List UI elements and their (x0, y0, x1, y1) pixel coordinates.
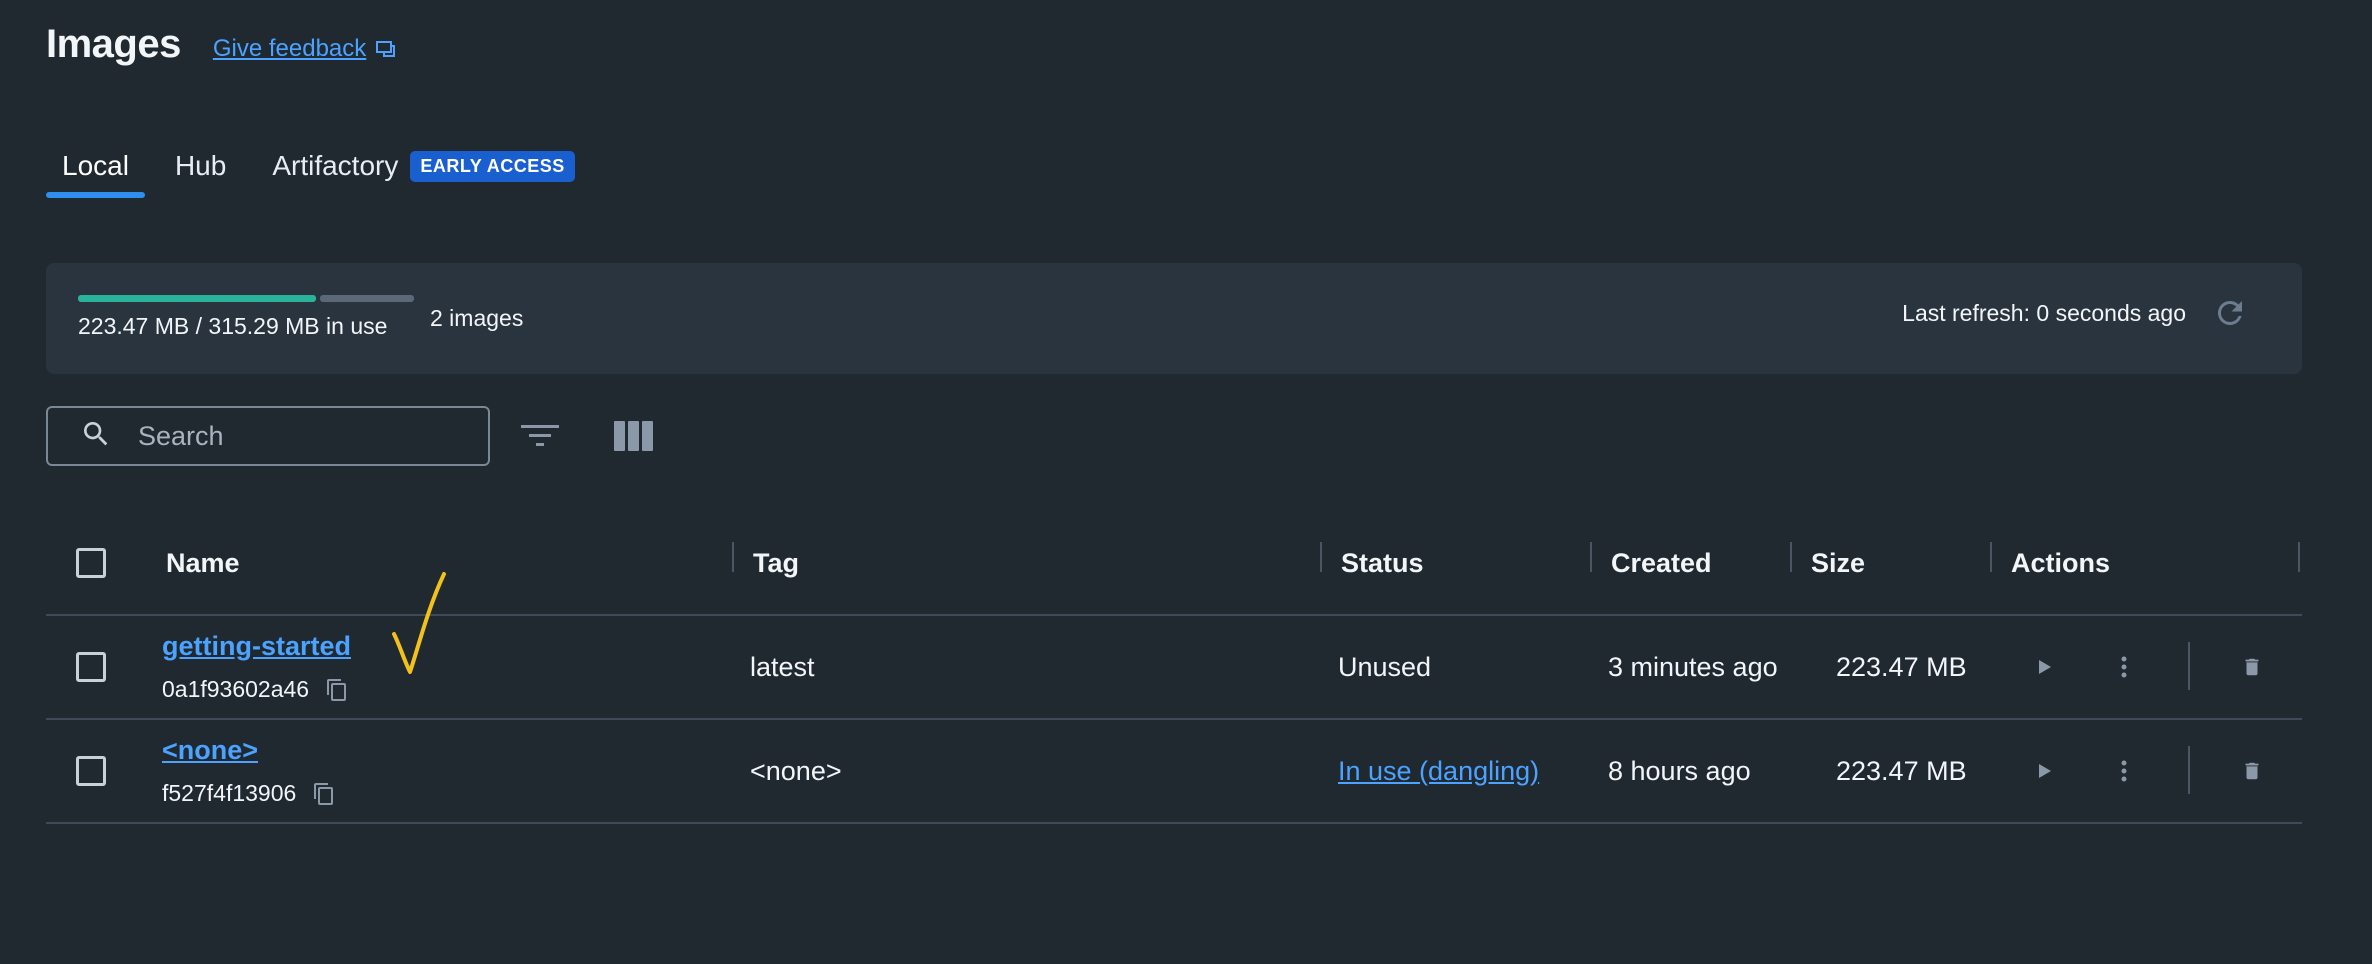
refresh-area: Last refresh: 0 seconds ago (1902, 293, 2250, 333)
copy-icon[interactable] (325, 677, 349, 703)
copy-icon[interactable] (312, 781, 336, 807)
disk-usage-text: 223.47 MB / 315.29 MB in use (78, 313, 388, 339)
images-table: Name Tag Status Created Size Actions get… (46, 512, 2302, 824)
give-feedback-link[interactable]: Give feedback (213, 35, 398, 63)
select-all-checkbox[interactable] (76, 548, 106, 578)
give-feedback-label: Give feedback (212, 34, 367, 62)
tab-local[interactable]: Local (46, 150, 145, 198)
column-separator[interactable] (1320, 542, 1322, 572)
column-separator[interactable] (1990, 542, 1992, 572)
image-id-line: f527f4f13906 (162, 780, 336, 807)
row-select-cell (76, 720, 106, 822)
row-checkbox[interactable] (76, 652, 106, 682)
column-separator[interactable] (1590, 542, 1592, 572)
column-header-status[interactable]: Status (1341, 512, 1424, 614)
row-select-cell (76, 616, 106, 718)
trash-icon (2232, 647, 2272, 687)
more-vertical-icon (2104, 751, 2144, 791)
action-divider (2188, 746, 2190, 794)
refresh-icon[interactable] (2210, 293, 2250, 333)
column-header-tag[interactable]: Tag (753, 512, 799, 614)
column-separator[interactable] (1790, 542, 1792, 572)
search-input[interactable] (136, 419, 460, 453)
image-size: 223.47 MB (1836, 651, 1967, 682)
run-button[interactable] (2024, 720, 2064, 822)
tab-hub-label: Hub (174, 150, 227, 181)
table-row[interactable]: <none> f527f4f13906 <none> In use (dangl… (46, 720, 2302, 824)
column-header-name[interactable]: Name (166, 512, 240, 614)
page-title: Images (46, 22, 181, 66)
table-toolbar (46, 406, 656, 466)
column-separator[interactable] (732, 542, 734, 572)
image-status: In use (dangling) (1338, 720, 1539, 822)
delete-button[interactable] (2232, 720, 2272, 822)
image-status: Unused (1338, 616, 1431, 718)
tab-bar: Local Hub Artifactory EARLY ACCESS (46, 148, 591, 198)
image-name-link[interactable]: getting-started (162, 631, 351, 662)
last-refresh-text: Last refresh: 0 seconds ago (1902, 299, 2186, 326)
image-name-cell: getting-started 0a1f93602a46 (162, 616, 351, 718)
run-button[interactable] (2024, 616, 2064, 718)
image-name-link[interactable]: <none> (162, 735, 258, 766)
action-divider (2188, 642, 2190, 690)
search-icon (80, 418, 112, 455)
more-actions-button[interactable] (2104, 720, 2144, 822)
image-status-text: Unused (1338, 651, 1432, 682)
image-created: 8 hours ago (1608, 755, 1751, 786)
disk-usage-panel: 223.47 MB / 315.29 MB in use 2 images La… (46, 263, 2302, 374)
tab-artifactory-label: Artifactory (272, 150, 399, 181)
more-vertical-icon (2104, 647, 2144, 687)
delete-button[interactable] (2232, 616, 2272, 718)
select-all-cell (76, 512, 106, 614)
image-id: 0a1f93602a46 (162, 676, 310, 702)
column-header-actions: Actions (2011, 547, 2111, 578)
play-icon (2024, 751, 2064, 791)
disk-usage-fill (78, 295, 317, 302)
image-count: 2 images (430, 305, 524, 331)
columns-icon[interactable] (612, 414, 656, 458)
tab-artifactory[interactable]: Artifactory EARLY ACCESS (256, 150, 590, 198)
image-created: 3 minutes ago (1608, 651, 1778, 682)
row-checkbox[interactable] (76, 756, 106, 786)
more-actions-button[interactable] (2104, 616, 2144, 718)
feedback-icon (376, 39, 398, 59)
image-tag: latest (750, 651, 815, 682)
page-header: Images Give feedback (46, 22, 398, 67)
image-status-link[interactable]: In use (dangling) (1338, 756, 1539, 787)
search-box[interactable] (46, 406, 490, 466)
early-access-badge: EARLY ACCESS (410, 150, 575, 182)
table-row[interactable]: getting-started 0a1f93602a46 latest Unus… (46, 616, 2302, 720)
tab-hub[interactable]: Hub (159, 150, 242, 198)
tab-local-label: Local (62, 150, 129, 181)
column-separator[interactable] (2298, 542, 2300, 572)
image-size: 223.47 MB (1836, 755, 1967, 786)
image-tag: <none> (750, 755, 842, 786)
column-header-created[interactable]: Created (1611, 512, 1712, 614)
trash-icon (2232, 751, 2272, 791)
image-id-line: 0a1f93602a46 (162, 676, 349, 703)
play-icon (2024, 647, 2064, 687)
filter-icon[interactable] (518, 414, 562, 458)
table-header: Name Tag Status Created Size Actions (46, 512, 2302, 616)
disk-usage-remaining (320, 295, 414, 302)
image-id: f527f4f13906 (162, 780, 297, 806)
image-name-cell: <none> f527f4f13906 (162, 720, 336, 822)
column-header-size[interactable]: Size (1811, 512, 1865, 614)
disk-usage-bar (78, 295, 414, 302)
